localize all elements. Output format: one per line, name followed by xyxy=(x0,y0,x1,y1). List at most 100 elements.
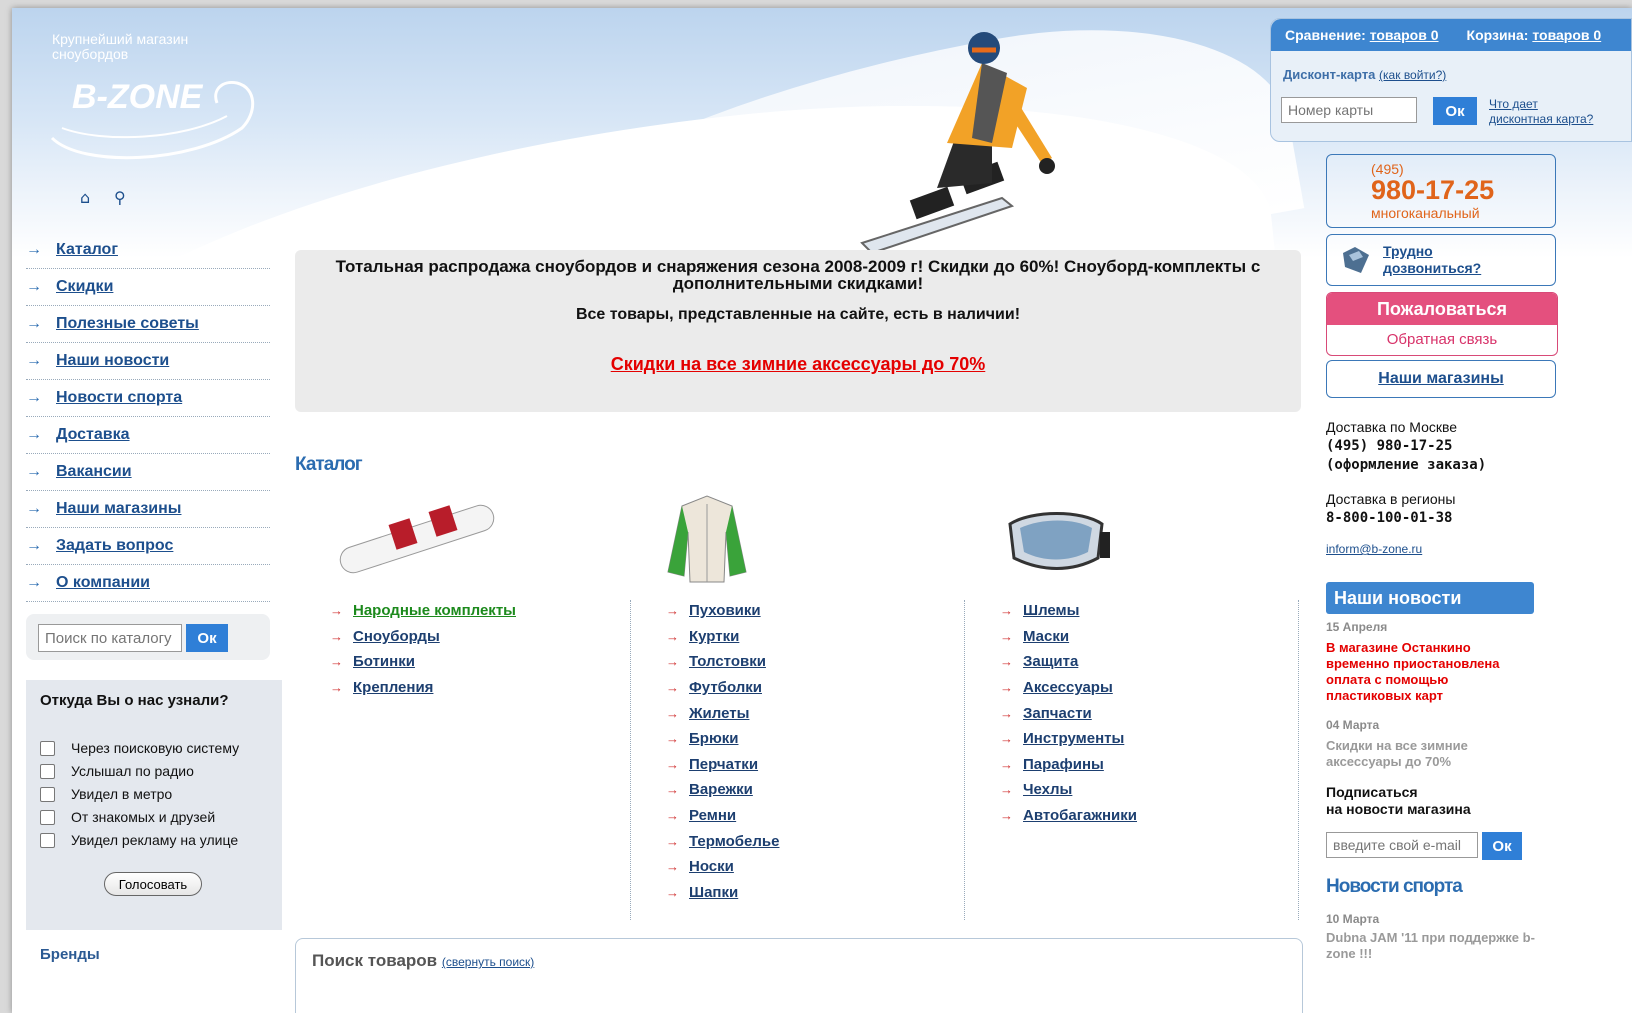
catalog-item[interactable]: → Ботинки xyxy=(330,649,516,675)
complaint-box[interactable]: Пожаловаться Обратная связь xyxy=(1326,292,1558,356)
goggles-image[interactable] xyxy=(1002,510,1112,572)
sport-news-heading[interactable]: Новости спорта xyxy=(1326,876,1536,898)
nav-link[interactable]: Наши новости xyxy=(56,352,169,370)
nav-link[interactable]: Полезные советы xyxy=(56,315,199,333)
checkbox[interactable] xyxy=(40,809,55,825)
catalog-item[interactable]: → Перчатки xyxy=(666,752,779,778)
nav-link[interactable]: Вакансии xyxy=(56,463,132,481)
callback-box[interactable]: Трудно дозвониться? xyxy=(1326,234,1556,286)
catalog-item[interactable]: → Термобелье xyxy=(666,828,779,854)
nav-item[interactable]: → Скидки xyxy=(26,269,270,306)
catalog-link[interactable]: Куртки xyxy=(689,628,739,645)
catalog-item[interactable]: → Носки xyxy=(666,854,779,880)
catalog-search-button[interactable]: Ок xyxy=(186,624,228,652)
catalog-item[interactable]: → Инструменты xyxy=(1000,726,1137,752)
catalog-link[interactable]: Шапки xyxy=(689,884,738,901)
catalog-item[interactable]: → Футболки xyxy=(666,675,779,701)
vote-button[interactable]: Голосовать xyxy=(104,872,202,896)
nav-item[interactable]: → Доставка xyxy=(26,417,270,454)
catalog-link[interactable]: Крепления xyxy=(353,679,433,696)
catalog-item[interactable]: → Народные комплекты xyxy=(330,598,516,624)
catalog-item[interactable]: → Жилеты xyxy=(666,700,779,726)
catalog-link[interactable]: Народные комплекты xyxy=(353,602,516,619)
catalog-item[interactable]: → Аксессуары xyxy=(1000,675,1137,701)
checkbox[interactable] xyxy=(40,786,55,802)
catalog-link[interactable]: Пуховики xyxy=(689,602,761,619)
catalog-item[interactable]: → Пуховики xyxy=(666,598,779,624)
catalog-link[interactable]: Варежки xyxy=(689,781,753,798)
catalog-item[interactable]: → Толстовки xyxy=(666,649,779,675)
catalog-item[interactable]: → Автобагажники xyxy=(1000,803,1137,829)
discount-how-link[interactable]: (как войти?) xyxy=(1379,68,1446,82)
catalog-link[interactable]: Парафины xyxy=(1023,756,1104,773)
search-icon[interactable]: ⚲ xyxy=(114,188,126,207)
promo-accessories-link[interactable]: Скидки на все зимние аксессуары до 70% xyxy=(295,354,1301,375)
complain-button[interactable]: Пожаловаться xyxy=(1327,293,1557,325)
catalog-item[interactable]: → Сноуборды xyxy=(330,624,516,650)
brands-heading[interactable]: Бренды xyxy=(40,946,100,963)
card-ok-button[interactable]: Ок xyxy=(1433,97,1477,125)
catalog-link[interactable]: Брюки xyxy=(689,730,738,747)
subscribe-button[interactable]: Ок xyxy=(1482,832,1522,860)
jacket-image[interactable] xyxy=(662,492,752,586)
catalog-link[interactable]: Толстовки xyxy=(689,653,766,670)
catalog-item[interactable]: → Варежки xyxy=(666,777,779,803)
callback-link-line1[interactable]: Трудно xyxy=(1383,243,1433,259)
catalog-link[interactable]: Запчасти xyxy=(1023,705,1092,722)
catalog-item[interactable]: → Запчасти xyxy=(1000,700,1137,726)
catalog-item[interactable]: → Куртки xyxy=(666,624,779,650)
contact-email[interactable]: inform@b-zone.ru xyxy=(1326,542,1422,556)
home-icon[interactable]: ⌂ xyxy=(80,188,90,207)
catalog-search-input[interactable] xyxy=(38,624,182,652)
catalog-link[interactable]: Автобагажники xyxy=(1023,807,1137,824)
catalog-item[interactable]: → Защита xyxy=(1000,649,1137,675)
poll-option[interactable]: Увидел рекламу на улице xyxy=(40,832,238,848)
catalog-link[interactable]: Сноуборды xyxy=(353,628,440,645)
catalog-item[interactable]: → Шапки xyxy=(666,880,779,906)
catalog-link[interactable]: Чехлы xyxy=(1023,781,1072,798)
stores-link[interactable]: Наши магазины xyxy=(1378,370,1503,387)
callback-link-line2[interactable]: дозвониться? xyxy=(1383,260,1481,276)
catalog-link[interactable]: Термобелье xyxy=(689,833,779,850)
nav-item[interactable]: → Наши магазины xyxy=(26,491,270,528)
catalog-item[interactable]: → Крепления xyxy=(330,675,516,701)
logo[interactable]: B-ZONE xyxy=(42,68,262,168)
poll-option[interactable]: От знакомых и друзей xyxy=(40,809,215,825)
nav-item[interactable]: → О компании xyxy=(26,565,270,602)
collapse-search-link[interactable]: (свернуть поиск) xyxy=(442,955,534,969)
catalog-link[interactable]: Маски xyxy=(1023,628,1069,645)
news-item-link[interactable]: Скидки на все зимние аксессуары до 70% xyxy=(1326,738,1536,770)
catalog-item[interactable]: → Чехлы xyxy=(1000,777,1137,803)
nav-item[interactable]: → Каталог xyxy=(26,232,270,269)
catalog-item[interactable]: → Брюки xyxy=(666,726,779,752)
catalog-item[interactable]: → Ремни xyxy=(666,803,779,829)
catalog-item[interactable]: → Парафины xyxy=(1000,752,1137,778)
nav-link[interactable]: О компании xyxy=(56,574,150,592)
nav-item[interactable]: → Полезные советы xyxy=(26,306,270,343)
nav-item[interactable]: → Вакансии xyxy=(26,454,270,491)
catalog-link[interactable]: Шлемы xyxy=(1023,602,1079,619)
checkbox[interactable] xyxy=(40,740,55,756)
nav-link[interactable]: Наши магазины xyxy=(56,500,181,518)
catalog-link[interactable]: Ботинки xyxy=(353,653,415,670)
catalog-item[interactable]: → Шлемы xyxy=(1000,598,1137,624)
nav-link[interactable]: Каталог xyxy=(56,241,118,259)
cart-link[interactable]: товаров 0 xyxy=(1532,27,1601,43)
catalog-link[interactable]: Перчатки xyxy=(689,756,758,773)
callback-link[interactable]: Трудно дозвониться? xyxy=(1383,243,1481,277)
catalog-link[interactable]: Носки xyxy=(689,858,734,875)
checkbox[interactable] xyxy=(40,832,55,848)
compare-link[interactable]: товаров 0 xyxy=(1370,27,1439,43)
nav-link[interactable]: Доставка xyxy=(56,426,130,444)
poll-option[interactable]: Увидел в метро xyxy=(40,786,172,802)
card-info-link[interactable]: Что дает дисконтная карта? xyxy=(1489,97,1593,127)
checkbox[interactable] xyxy=(40,763,55,779)
poll-option[interactable]: Через поисковую систему xyxy=(40,740,239,756)
catalog-link[interactable]: Жилеты xyxy=(689,705,749,722)
snowboard-image[interactable] xyxy=(332,496,502,576)
nav-item[interactable]: → Задать вопрос xyxy=(26,528,270,565)
news-heading[interactable]: Наши новости xyxy=(1326,582,1534,614)
card-info-link-line1[interactable]: Что дает xyxy=(1489,97,1538,111)
nav-item[interactable]: → Новости спорта xyxy=(26,380,270,417)
catalog-item[interactable]: → Маски xyxy=(1000,624,1137,650)
